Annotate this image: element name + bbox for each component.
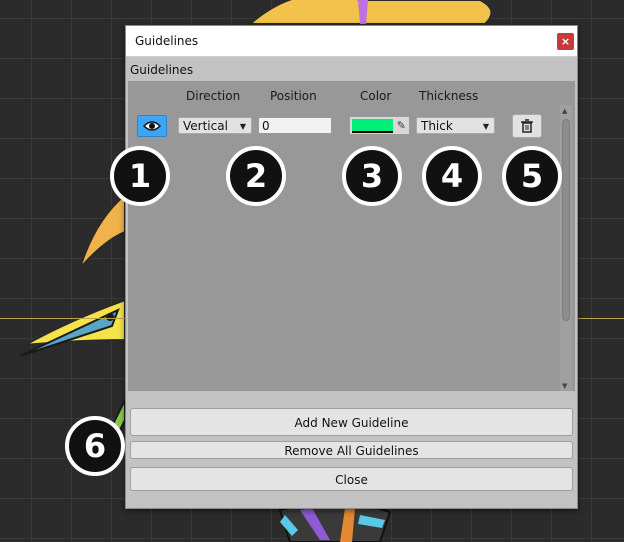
guidelines-list-panel: Direction Position Color Thickness Verti… xyxy=(128,81,575,391)
eye-icon xyxy=(142,121,162,131)
column-header-position: Position xyxy=(270,89,317,103)
annotation-badge-3: 3 xyxy=(342,146,402,206)
scroll-down-icon[interactable]: ▼ xyxy=(562,382,567,390)
column-header-color: Color xyxy=(360,89,392,103)
dropdown-arrow-icon: ▼ xyxy=(482,122,489,131)
annotation-badge-5: 5 xyxy=(502,146,562,206)
eyedropper-icon[interactable]: ✎ xyxy=(397,119,406,132)
scroll-up-icon[interactable]: ▲ xyxy=(562,107,567,115)
remove-all-guidelines-button[interactable]: Remove All Guidelines xyxy=(130,441,573,459)
column-header-thickness: Thickness xyxy=(419,89,479,103)
delete-guideline-button[interactable] xyxy=(512,114,542,138)
scrollbar-thumb[interactable] xyxy=(562,119,570,321)
dropdown-arrow-icon: ▼ xyxy=(239,122,246,131)
annotation-badge-1: 1 xyxy=(110,146,170,206)
art-orange-petal xyxy=(79,192,126,269)
color-alpha-bar xyxy=(352,131,393,133)
color-swatch[interactable] xyxy=(352,119,393,131)
window-close-icon[interactable]: × xyxy=(557,33,574,50)
window-title: Guidelines xyxy=(135,34,199,48)
vertical-scrollbar[interactable]: ▲ ▼ xyxy=(560,105,572,391)
column-header-direction: Direction xyxy=(186,89,241,103)
close-button[interactable]: Close xyxy=(130,467,573,491)
annotation-badge-4: 4 xyxy=(422,146,482,206)
direction-dropdown[interactable]: Vertical ▼ xyxy=(178,117,252,134)
visibility-toggle-button[interactable] xyxy=(137,115,167,137)
section-label: Guidelines xyxy=(130,63,194,77)
add-new-guideline-button[interactable]: Add New Guideline xyxy=(130,408,573,436)
thickness-value: Thick xyxy=(421,119,453,133)
direction-value: Vertical xyxy=(183,119,228,133)
position-input[interactable]: 0 xyxy=(258,117,332,134)
color-field[interactable]: ✎ xyxy=(349,116,410,135)
title-bar: Guidelines × xyxy=(126,26,577,57)
trash-icon xyxy=(521,119,533,133)
guidelines-window: Guidelines × Guidelines Direction Positi… xyxy=(125,25,578,509)
art-top-shape xyxy=(247,0,493,25)
thickness-dropdown[interactable]: Thick ▼ xyxy=(416,117,495,134)
annotation-badge-2: 2 xyxy=(226,146,286,206)
annotation-badge-6: 6 xyxy=(65,416,125,476)
